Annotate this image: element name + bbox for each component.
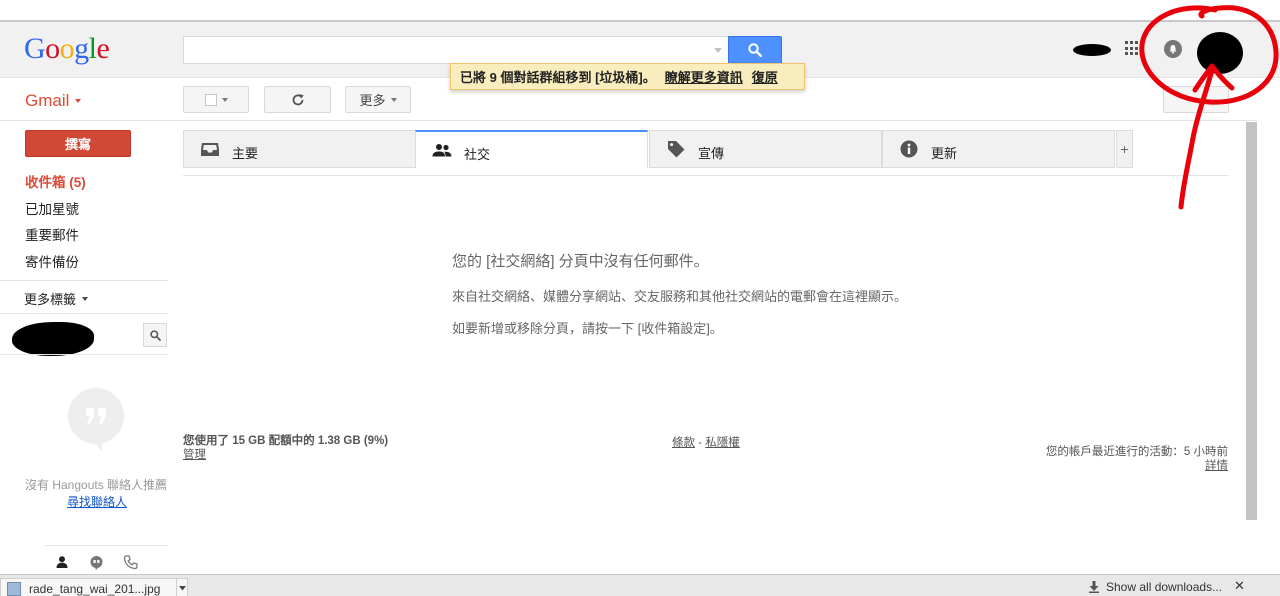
search-box[interactable] [183, 36, 728, 64]
more-actions-button[interactable]: 更多 [345, 86, 411, 113]
tag-icon [668, 141, 685, 158]
more-labels-label: 更多標籤 [24, 292, 77, 307]
sidebar-bottom-divider [45, 545, 168, 546]
terms-link[interactable]: 條款 [672, 437, 695, 449]
refresh-icon [292, 93, 304, 105]
sidebar-item-starred[interactable]: 已加星號 [25, 198, 79, 218]
trash-notification: 已將 9 個對話群組移到 [垃圾桶]。 瞭解更多資訊 復原 [450, 63, 805, 90]
chevron-down-icon [82, 296, 89, 301]
logo-letter: o [45, 32, 60, 65]
account-activity: 您的帳戶最近進行的活動：5 小時前 詳情 [1000, 445, 1228, 473]
tab-social[interactable]: 社交 [415, 130, 648, 168]
gmail-label: Gmail [25, 91, 70, 110]
close-icon[interactable]: ✕ [1234, 578, 1245, 594]
show-all-downloads-link[interactable]: Show all downloads... [1088, 580, 1222, 594]
sidebar-item-sent[interactable]: 寄件備份 [25, 251, 79, 271]
tab-primary[interactable]: 主要 [183, 130, 416, 168]
download-options-chevron-down-icon[interactable] [176, 579, 188, 596]
sidebar-divider [0, 354, 168, 355]
category-tabs: 主要 社交 宣傳 更新 + [183, 130, 1133, 168]
empty-state-title: 您的 [社交網絡] 分頁中沒有任何郵件。 [452, 253, 709, 270]
hangouts-quote-icon [68, 388, 124, 444]
image-file-icon [7, 582, 21, 596]
sidebar-item-inbox[interactable]: 收件箱 (5) [25, 171, 86, 191]
logo-letter: l [88, 32, 97, 65]
chevron-down-icon [390, 97, 397, 102]
logo-letter: g [74, 32, 89, 65]
manage-storage-link[interactable]: 管理 [183, 448, 388, 462]
vertical-scrollbar[interactable] [1246, 122, 1257, 520]
add-tab-button[interactable]: + [1116, 130, 1133, 168]
empty-state-description: 來自社交網絡、媒體分享網站、交友服務和其他社交網站的電郵會在這裡顯示。 [452, 289, 908, 304]
storage-info: 您使用了 15 GB 配額中的 1.38 GB (9%) 管理 [183, 434, 388, 462]
search-input[interactable] [184, 37, 728, 63]
people-icon [432, 144, 452, 157]
search-options-caret-icon[interactable] [714, 48, 722, 53]
chevron-down-icon [75, 99, 82, 103]
tab-promotions[interactable]: 宣傳 [649, 130, 882, 168]
find-contacts-link[interactable]: 尋找聯絡人 [67, 493, 127, 510]
info-icon [900, 140, 918, 158]
logo-letter: G [24, 32, 46, 65]
search-button[interactable] [728, 36, 782, 64]
storage-usage-text: 您使用了 15 GB 配額中的 1.38 GB (9%) [183, 435, 389, 447]
sidebar: 撰寫 收件箱 (5) 已加星號 重要郵件 寄件備份 更多標籤 沒有 Hangou… [0, 122, 180, 574]
contacts-person-icon[interactable] [52, 552, 72, 572]
logo-letter: o [59, 32, 75, 65]
learn-more-link[interactable]: 瞭解更多資訊 [665, 67, 743, 86]
activity-details-link[interactable]: 詳情 [1000, 459, 1228, 473]
select-checkbox-button[interactable] [183, 86, 249, 113]
refresh-button[interactable] [264, 86, 331, 113]
search-icon [149, 329, 161, 341]
last-activity-text: 您的帳戶最近進行的活動：5 小時前 [1045, 446, 1228, 458]
more-actions-label: 更多 [359, 93, 386, 108]
window-top-band [0, 0, 1280, 20]
tab-label: 主要 [232, 146, 259, 161]
sidebar-divider [0, 280, 168, 281]
redacted-account-name [1073, 44, 1111, 56]
footer-link-separator: - [695, 437, 706, 449]
chevron-down-icon [221, 97, 228, 102]
notification-message: 已將 9 個對話群組移到 [垃圾桶]。 [460, 70, 656, 85]
undo-link[interactable]: 復原 [752, 67, 778, 86]
search-icon [748, 43, 762, 57]
sidebar-item-important[interactable]: 重要郵件 [25, 224, 79, 244]
redacted-hangouts-user [12, 322, 94, 356]
privacy-link[interactable]: 私隱權 [705, 437, 740, 449]
downloads-bar: rade_tang_wai_201...jpg Show all downloa… [0, 574, 1280, 596]
download-item[interactable]: rade_tang_wai_201...jpg [0, 578, 188, 596]
footer-links: 條款 - 私隱權 [672, 434, 740, 450]
sidebar-divider [0, 313, 168, 314]
settings-button[interactable] [1163, 86, 1229, 113]
notifications-bell-icon[interactable] [1164, 40, 1182, 58]
download-arrow-icon [1089, 581, 1099, 593]
page-right-margin [1257, 78, 1280, 574]
empty-state-hint: 如要新增或移除分頁，請按一下 [收件箱設定]。 [452, 321, 723, 336]
redacted-avatar[interactable] [1197, 32, 1243, 74]
tab-label: 更新 [931, 146, 958, 161]
inbox-icon [201, 143, 219, 156]
apps-grid-icon[interactable] [1125, 41, 1140, 56]
hangouts-chat-icon[interactable] [86, 552, 106, 572]
no-hangouts-contacts-text: 沒有 Hangouts 聯絡人推薦 [25, 478, 168, 492]
logo-letter: e [96, 32, 110, 65]
phone-call-icon[interactable] [120, 552, 140, 572]
checkbox-icon[interactable] [204, 93, 217, 106]
download-file-name: rade_tang_wai_201...jpg [29, 582, 161, 596]
show-all-downloads-label: Show all downloads... [1106, 580, 1223, 594]
more-labels-toggle[interactable]: 更多標籤 [24, 289, 89, 308]
tab-label: 宣傳 [698, 146, 725, 161]
hangouts-bubble-tail [92, 438, 102, 452]
tab-updates[interactable]: 更新 [882, 130, 1115, 168]
tab-label: 社交 [464, 147, 491, 162]
hangouts-search-button[interactable] [143, 323, 167, 347]
gmail-menu[interactable]: Gmail [25, 91, 82, 111]
google-logo[interactable]: Google [24, 32, 110, 66]
compose-button[interactable]: 撰寫 [25, 130, 131, 157]
tabs-divider [183, 175, 1229, 176]
